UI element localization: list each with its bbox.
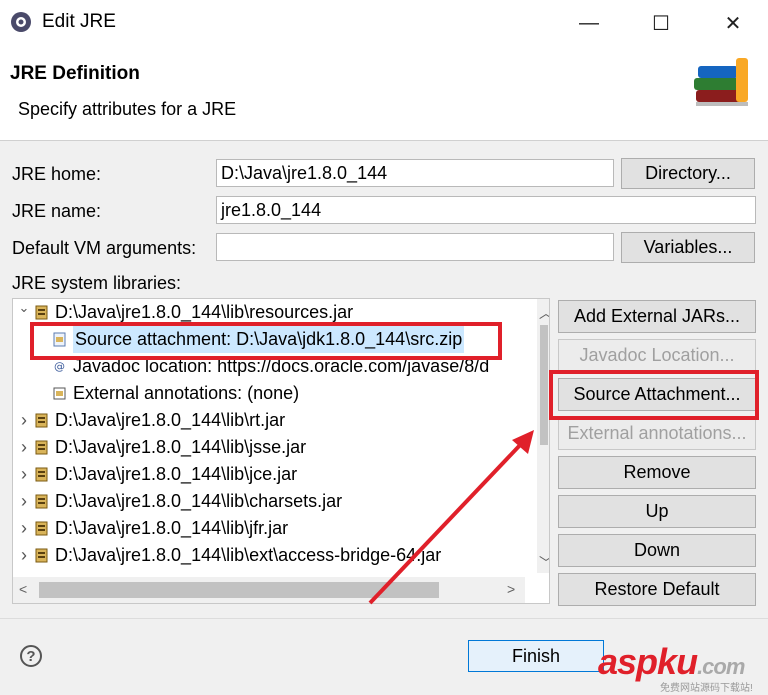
tree-row[interactable]: › D:\Java\jre1.8.0_144\lib\rt.jar [13, 407, 525, 434]
add-external-jars-button[interactable]: Add External JARs... [558, 300, 756, 333]
jar-icon [35, 440, 48, 455]
directory-button[interactable]: Directory... [621, 158, 755, 189]
up-button[interactable]: Up [558, 495, 756, 528]
external-annotations-button[interactable]: External annotations... [558, 417, 756, 450]
dialog-header: JRE Definition Specify attributes for a … [0, 46, 768, 141]
expand-arrow-icon[interactable]: › [17, 542, 31, 569]
restore-default-button[interactable]: Restore Default [558, 573, 756, 606]
books-icon [690, 52, 754, 112]
header-title: JRE Definition [10, 63, 140, 84]
jar-icon [35, 413, 48, 428]
scroll-right-arrow-icon[interactable]: > [507, 581, 515, 597]
footer-divider [0, 618, 768, 619]
annotation-box-source-attachment-row [30, 322, 502, 360]
expand-arrow-icon[interactable]: › [17, 407, 31, 434]
annotation-box-source-attachment-button [549, 370, 759, 420]
jar-icon [35, 521, 48, 536]
vertical-scroll-thumb[interactable] [540, 325, 548, 445]
horizontal-scroll-thumb[interactable] [39, 582, 439, 598]
help-icon[interactable]: ? [20, 645, 42, 667]
eclipse-gear-icon [9, 10, 33, 34]
jar-icon [35, 548, 48, 563]
tree-row[interactable]: External annotations: (none) [13, 380, 525, 407]
maximize-button[interactable]: ☐ [638, 0, 684, 46]
finish-button[interactable]: Finish [468, 640, 604, 672]
watermark-subtitle: 免费网站源码下载站! [660, 683, 753, 694]
expand-arrow-icon[interactable]: › [17, 461, 31, 488]
jre-name-field[interactable]: jre1.8.0_144 [216, 196, 756, 224]
jar-icon [35, 305, 48, 320]
scroll-down-arrow-icon[interactable]: ﹀ [539, 553, 549, 573]
tree-row-label: External annotations: (none) [73, 383, 300, 403]
tree-row[interactable]: › D:\Java\jre1.8.0_144\lib\jce.jar [13, 461, 525, 488]
javadoc-icon: @ [53, 359, 66, 374]
tree-row[interactable]: › D:\Java\jre1.8.0_144\lib\charsets.jar [13, 488, 525, 515]
tree-row-label: D:\Java\jre1.8.0_144\lib\ext\access-brid… [55, 545, 442, 565]
vm-arguments-field[interactable] [216, 233, 614, 261]
collapse-arrow-icon[interactable]: ⌄ [17, 299, 31, 321]
scroll-left-arrow-icon[interactable]: < [19, 581, 27, 597]
tree-row-label: D:\Java\jre1.8.0_144\lib\rt.jar [55, 410, 286, 430]
tree-row[interactable]: › D:\Java\jre1.8.0_144\lib\jsse.jar [13, 434, 525, 461]
vm-arguments-label: Default VM arguments: [12, 238, 197, 258]
jar-icon [35, 467, 48, 482]
minimize-button[interactable]: — [566, 0, 612, 46]
tree-row-label: D:\Java\jre1.8.0_144\lib\jce.jar [55, 464, 298, 484]
scroll-up-arrow-icon[interactable]: ︿ [539, 303, 549, 323]
down-button[interactable]: Down [558, 534, 756, 567]
annotations-icon [53, 386, 66, 401]
expand-arrow-icon[interactable]: › [17, 515, 31, 542]
tree-row-label: D:\Java\jre1.8.0_144\lib\jfr.jar [55, 518, 289, 538]
remove-button[interactable]: Remove [558, 456, 756, 489]
header-description: Specify attributes for a JRE [18, 99, 237, 119]
jre-home-label: JRE home: [12, 164, 102, 184]
jre-name-label: JRE name: [12, 201, 102, 221]
javadoc-location-button[interactable]: Javadoc Location... [558, 339, 756, 372]
system-libraries-label: JRE system libraries: [12, 273, 182, 293]
tree-row-label: D:\Java\jre1.8.0_144\lib\jsse.jar [55, 437, 307, 457]
svg-text:@: @ [54, 360, 65, 373]
tree-row-label: D:\Java\jre1.8.0_144\lib\charsets.jar [55, 491, 343, 511]
expand-arrow-icon[interactable]: › [17, 434, 31, 461]
expand-arrow-icon[interactable]: › [17, 488, 31, 515]
tree-row[interactable]: › D:\Java\jre1.8.0_144\lib\jfr.jar [13, 515, 525, 542]
jre-home-field[interactable]: D:\Java\jre1.8.0_144 [216, 159, 614, 187]
jar-icon [35, 494, 48, 509]
tree-row[interactable]: › D:\Java\jre1.8.0_144\lib\ext\access-bri… [13, 542, 525, 569]
close-button[interactable]: ✕ [710, 0, 756, 46]
variables-button[interactable]: Variables... [621, 232, 755, 263]
window-title: Edit JRE [42, 11, 116, 32]
watermark-logo: aspku.com [598, 641, 745, 682]
